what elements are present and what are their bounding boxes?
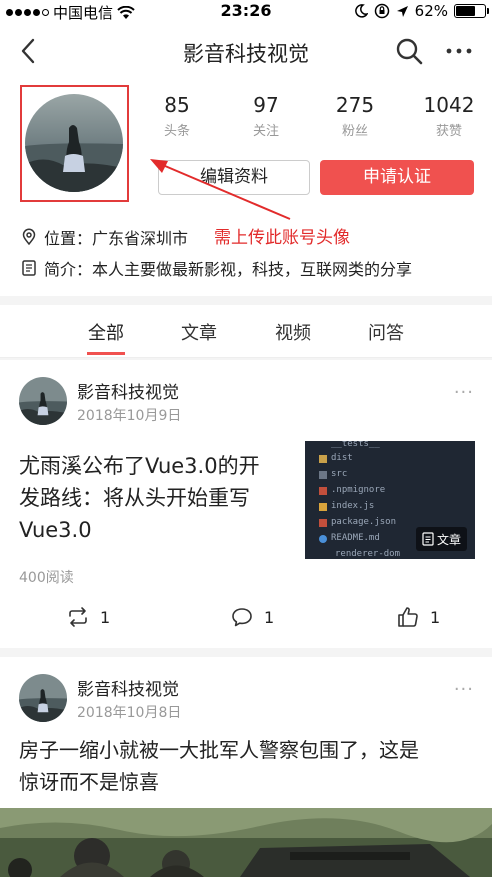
repost-count: 1 xyxy=(100,607,111,627)
stat-following[interactable]: 97 关注 xyxy=(231,92,301,139)
article-badge: 文章 xyxy=(415,527,467,551)
thumb-file: dist xyxy=(331,453,353,463)
post-headline[interactable]: 房子一缩小就被一大批军人警察包围了，这是 惊讶而不是惊喜 xyxy=(19,734,419,798)
stat-label: 头条 xyxy=(163,124,190,139)
stat-label: 关注 xyxy=(252,124,279,139)
bio-value: 本人主要做最新影视，科技，互联网类的分享 xyxy=(92,260,413,279)
thumb-file: README.md xyxy=(331,533,380,543)
file-icon xyxy=(319,519,327,527)
battery-icon xyxy=(454,4,489,18)
headline-line: 发路线：将从头开始重写 xyxy=(19,486,250,510)
stat-value: 1042 xyxy=(423,93,475,117)
stat-label: 粉丝 xyxy=(341,124,368,139)
moon-icon xyxy=(354,4,368,18)
orientation-lock-icon xyxy=(374,3,389,19)
post-author[interactable]: 影音科技视觉 xyxy=(77,378,179,403)
article-icon xyxy=(422,532,434,546)
comment-button[interactable]: 1 xyxy=(230,605,274,629)
headline-line: 惊讶而不是惊喜 xyxy=(19,770,159,794)
search-icon[interactable] xyxy=(394,36,424,66)
tab-articles[interactable]: 文章 xyxy=(169,319,229,345)
thumb-file: src xyxy=(331,469,348,479)
profile-section: 85 头条 97 关注 275 粉丝 1042 获赞 编辑资料 申请认证 需上传… xyxy=(0,82,492,296)
battery-percent: 62% xyxy=(414,2,448,20)
post-read-count: 400阅读 xyxy=(19,570,74,586)
like-button[interactable]: 1 xyxy=(396,605,440,629)
feed-card[interactable]: 影音科技视觉 2018年10月8日 ··· 房子一缩小就被一大批军人警察包围了，… xyxy=(0,657,492,808)
comment-icon xyxy=(232,608,252,627)
location-value: 广东省深圳市 xyxy=(92,229,189,248)
location-pin-icon xyxy=(22,228,36,246)
more-dots-icon[interactable] xyxy=(444,36,474,66)
post-actions: 1 1 1 xyxy=(0,605,492,635)
comment-count: 1 xyxy=(264,607,275,627)
thumb-file: renderer-dom xyxy=(335,549,401,559)
post-date: 2018年10月9日 xyxy=(77,408,182,424)
post-more-icon[interactable]: ··· xyxy=(454,382,474,403)
repost-button[interactable]: 1 xyxy=(66,605,110,629)
headline-line: Vue3.0 xyxy=(19,518,92,542)
file-icon xyxy=(319,487,327,495)
post-date: 2018年10月8日 xyxy=(77,705,182,721)
folder-icon xyxy=(319,455,327,463)
file-icon xyxy=(319,503,327,511)
thumbs-up-icon xyxy=(398,607,418,627)
tab-qa[interactable]: 问答 xyxy=(356,319,416,345)
status-bar: 中国电信 23:26 62% xyxy=(0,0,492,22)
apply-verification-button[interactable]: 申请认证 xyxy=(320,160,474,195)
post-more-icon[interactable]: ··· xyxy=(454,679,474,700)
repost-icon xyxy=(69,607,87,627)
tab-active-indicator xyxy=(87,352,125,355)
avatar-highlight-box xyxy=(20,85,129,202)
location-row: 位置： 广东省深圳市 xyxy=(20,225,188,249)
location-arrow-icon xyxy=(396,5,408,17)
thumb-file: .npmignore xyxy=(331,485,386,495)
thumb-file: __tests__ xyxy=(331,441,380,449)
document-icon xyxy=(22,260,36,276)
avatar[interactable] xyxy=(19,377,67,425)
annotation-note: 需上传此账号头像 xyxy=(214,228,350,248)
folder-icon xyxy=(319,471,327,479)
bio-label: 简介： xyxy=(44,260,93,279)
post-author[interactable]: 影音科技视觉 xyxy=(77,675,179,700)
stat-fans[interactable]: 275 粉丝 xyxy=(320,92,390,139)
stat-headlines[interactable]: 85 头条 xyxy=(142,92,212,139)
post-thumbnail[interactable]: __tests__ dist src .npmignore index.js p… xyxy=(305,441,475,559)
info-icon xyxy=(319,535,327,543)
avatar[interactable] xyxy=(19,674,67,722)
badge-label: 文章 xyxy=(436,532,461,547)
tab-videos[interactable]: 视频 xyxy=(263,319,323,345)
tab-all[interactable]: 全部 xyxy=(76,319,136,345)
stat-value: 85 xyxy=(164,93,190,117)
stat-likes[interactable]: 1042 获赞 xyxy=(414,92,484,139)
thumb-file: package.json xyxy=(331,517,397,527)
nav-bar: 影音科技视觉 xyxy=(0,22,492,82)
bio-row: 简介： 本人主要做最新影视，科技，互联网类的分享 xyxy=(20,256,412,280)
avatar[interactable] xyxy=(25,94,123,192)
stat-value: 97 xyxy=(253,93,279,117)
headline-line: 尤雨溪公布了Vue3.0的开 xyxy=(19,454,260,478)
profile-stats: 85 头条 97 关注 275 粉丝 1042 获赞 xyxy=(145,92,485,142)
stat-label: 获赞 xyxy=(435,124,462,139)
feed-card[interactable]: 影音科技视觉 2018年10月9日 ··· 尤雨溪公布了Vue3.0的开 发路线… xyxy=(0,360,492,648)
stat-value: 275 xyxy=(335,93,375,117)
post-headline[interactable]: 尤雨溪公布了Vue3.0的开 发路线：将从头开始重写 Vue3.0 xyxy=(19,450,260,546)
thumb-file: index.js xyxy=(331,501,375,511)
post-image[interactable] xyxy=(0,808,492,877)
content-tabs: 全部 文章 视频 问答 xyxy=(0,305,492,358)
location-label: 位置： xyxy=(44,229,93,248)
like-count: 1 xyxy=(430,607,441,627)
headline-line: 房子一缩小就被一大批军人警察包围了，这是 xyxy=(19,738,419,762)
